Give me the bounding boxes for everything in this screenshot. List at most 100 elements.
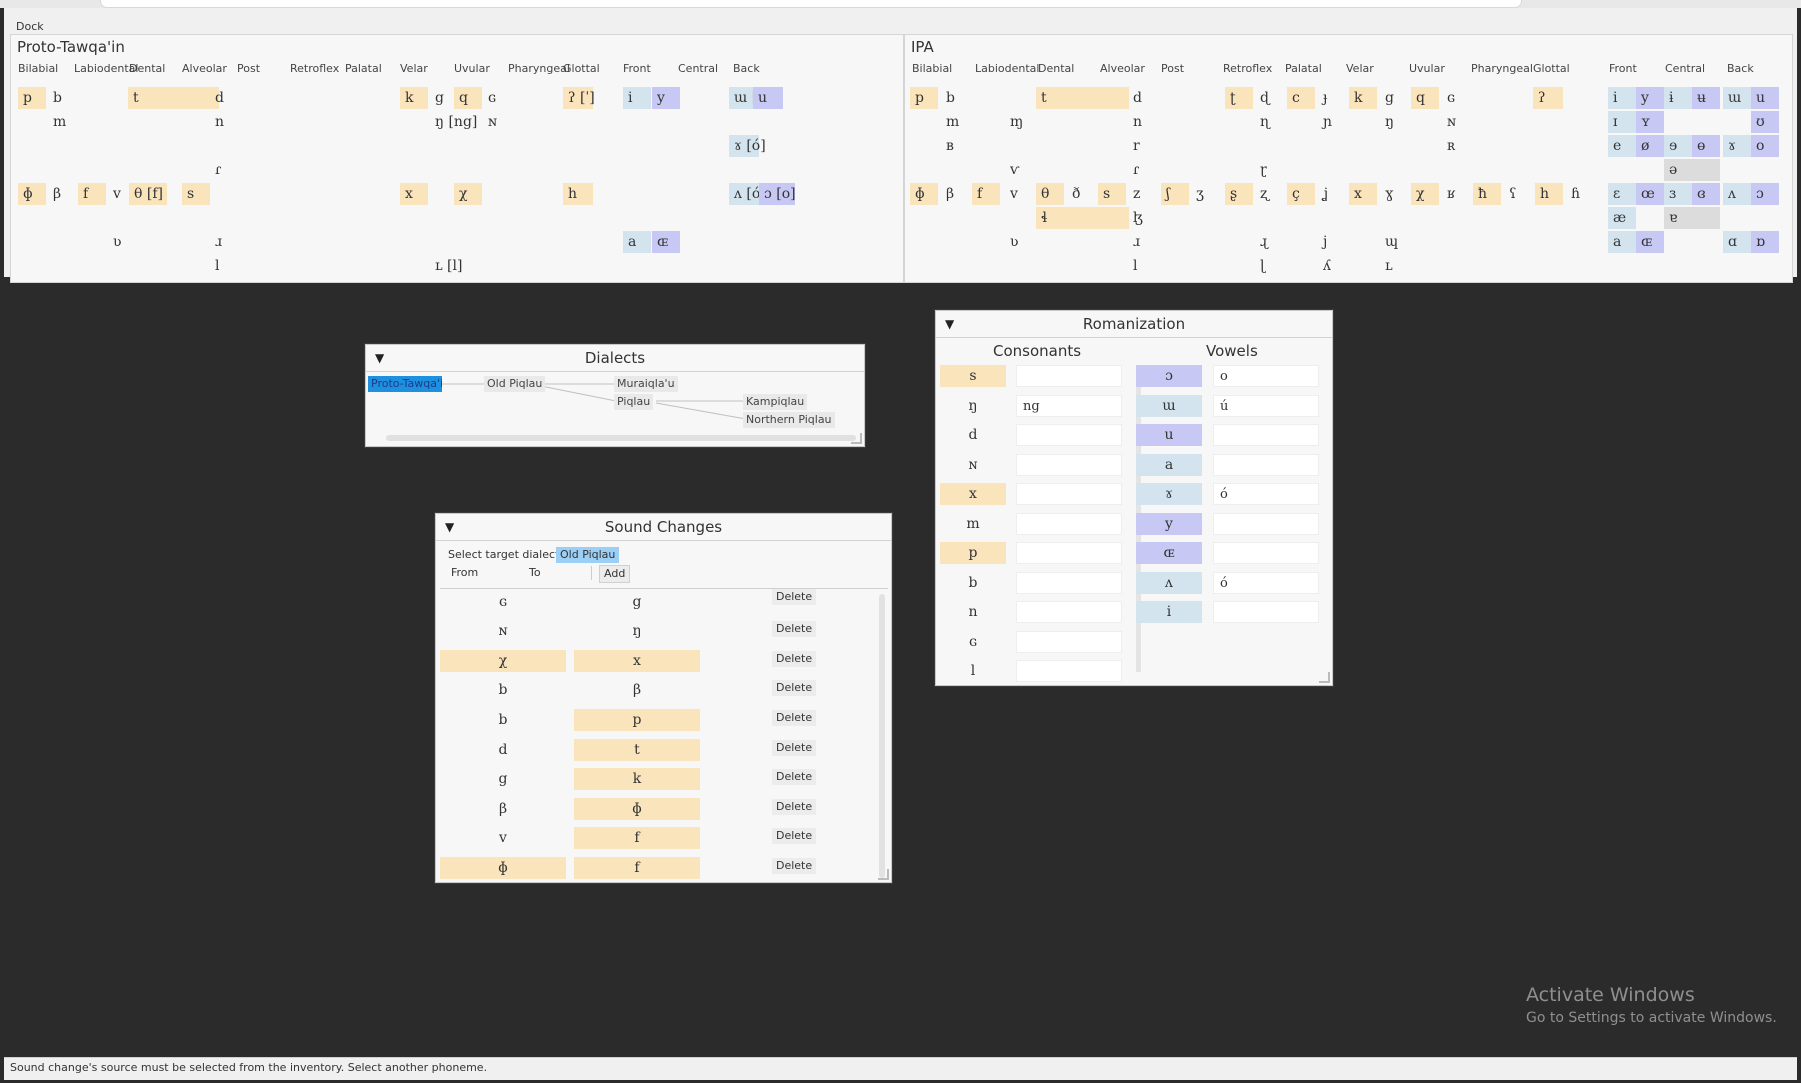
phoneme-cell[interactable]: y bbox=[1636, 87, 1664, 109]
dialect-node-proto-tawqain[interactable]: Proto-Tawqa'in bbox=[368, 376, 442, 392]
phoneme-cell[interactable]: ʂ bbox=[1225, 183, 1253, 205]
phoneme-cell[interactable]: θ bbox=[1036, 183, 1064, 205]
phoneme-cell[interactable]: d bbox=[210, 87, 302, 109]
top-scrollbar[interactable] bbox=[100, 0, 1522, 8]
phoneme-cell[interactable]: ɳ bbox=[1255, 111, 1283, 133]
phoneme-cell[interactable]: ɶ bbox=[652, 231, 680, 253]
vowel-phoneme[interactable]: a bbox=[1136, 454, 1202, 476]
phoneme-cell[interactable]: ħ bbox=[1473, 183, 1501, 205]
phoneme-cell[interactable]: ʋ bbox=[1005, 231, 1033, 253]
consonant-romanization-input[interactable] bbox=[1016, 601, 1122, 623]
phoneme-cell[interactable]: χ bbox=[454, 183, 482, 205]
phoneme-cell[interactable]: ʉ bbox=[1692, 87, 1720, 109]
phoneme-cell[interactable]: ɣ bbox=[1380, 183, 1408, 205]
to-phoneme[interactable]: x bbox=[574, 650, 700, 672]
dialects-horizontal-scrollbar[interactable] bbox=[386, 435, 856, 441]
phoneme-cell[interactable]: ɱ bbox=[1005, 111, 1033, 133]
delete-button[interactable]: Delete bbox=[772, 858, 817, 874]
phoneme-cell[interactable]: ɰ bbox=[1380, 231, 1408, 253]
vowel-romanization-input[interactable] bbox=[1213, 542, 1319, 564]
collapse-toggle-icon[interactable]: ▼ bbox=[945, 311, 954, 337]
phoneme-cell[interactable]: ɞ bbox=[1692, 183, 1720, 205]
phoneme-cell[interactable]: β bbox=[48, 183, 76, 205]
phoneme-cell[interactable]: ɸ bbox=[18, 183, 46, 205]
from-phoneme[interactable]: ɸ bbox=[440, 857, 566, 879]
phoneme-cell[interactable]: a bbox=[623, 231, 651, 253]
phoneme-cell[interactable]: ø bbox=[1636, 135, 1664, 157]
phoneme-cell[interactable]: ɹ bbox=[1128, 231, 1222, 253]
phoneme-cell[interactable]: r bbox=[1128, 135, 1222, 157]
collapse-toggle-icon[interactable]: ▼ bbox=[375, 345, 384, 371]
phoneme-cell[interactable]: ʋ bbox=[108, 231, 136, 253]
vowel-romanization-input[interactable] bbox=[1213, 513, 1319, 535]
phoneme-cell[interactable]: t bbox=[1036, 87, 1129, 109]
phoneme-cell[interactable]: ʔ bbox=[1533, 87, 1563, 109]
phoneme-cell[interactable]: ç bbox=[1287, 183, 1315, 205]
delete-button[interactable]: Delete bbox=[772, 589, 817, 605]
phoneme-cell[interactable]: g bbox=[1380, 87, 1408, 109]
phoneme-cell[interactable]: ʁ bbox=[1442, 183, 1470, 205]
phoneme-cell[interactable]: y bbox=[652, 87, 680, 109]
consonant-phoneme[interactable]: ɢ bbox=[940, 631, 1006, 653]
phoneme-cell[interactable]: i bbox=[1608, 87, 1636, 109]
phoneme-cell[interactable]: n bbox=[1128, 111, 1222, 133]
phoneme-cell[interactable]: q bbox=[1411, 87, 1439, 109]
from-phoneme[interactable]: χ bbox=[440, 650, 566, 672]
phoneme-cell[interactable]: ʌ bbox=[1723, 183, 1751, 205]
phoneme-cell[interactable]: ɛ bbox=[1608, 183, 1636, 205]
phoneme-cell[interactable]: d bbox=[1128, 87, 1222, 109]
from-phoneme[interactable]: g bbox=[440, 768, 566, 790]
to-phoneme[interactable]: ɸ bbox=[574, 798, 700, 820]
phoneme-cell[interactable]: m bbox=[48, 111, 76, 133]
delete-button[interactable]: Delete bbox=[772, 828, 817, 844]
phoneme-cell[interactable]: ŋ bbox=[1380, 111, 1408, 133]
phoneme-cell[interactable]: ɻ bbox=[1255, 231, 1283, 253]
phoneme-cell[interactable]: ɟ bbox=[1318, 87, 1346, 109]
vowel-phoneme[interactable]: ʌ bbox=[1136, 572, 1202, 594]
phoneme-cell[interactable]: u bbox=[1751, 87, 1779, 109]
vowel-phoneme[interactable]: ɤ bbox=[1136, 483, 1202, 505]
vowel-romanization-input[interactable]: ó bbox=[1213, 572, 1319, 594]
phoneme-cell[interactable]: ɑ bbox=[1723, 231, 1751, 253]
to-phoneme[interactable]: p bbox=[574, 709, 700, 731]
vowel-phoneme[interactable]: i bbox=[1136, 601, 1202, 623]
vowel-phoneme[interactable]: u bbox=[1136, 424, 1202, 446]
phoneme-cell[interactable]: f bbox=[78, 183, 106, 205]
phoneme-cell[interactable]: ɬ bbox=[1036, 207, 1129, 229]
phoneme-cell[interactable]: i bbox=[623, 87, 651, 109]
from-phoneme[interactable]: ɴ bbox=[440, 620, 566, 642]
phoneme-cell[interactable]: b bbox=[48, 87, 76, 109]
phoneme-cell[interactable]: h bbox=[563, 183, 593, 205]
phoneme-cell[interactable]: ʎ bbox=[1318, 255, 1346, 277]
resize-grip-icon[interactable] bbox=[1319, 672, 1330, 683]
sound-changes-vertical-scrollbar[interactable] bbox=[879, 594, 885, 878]
phoneme-cell[interactable]: ɢ bbox=[483, 87, 511, 109]
vowel-phoneme[interactable]: ɶ bbox=[1136, 542, 1202, 564]
phoneme-cell[interactable]: ɐ bbox=[1664, 207, 1720, 229]
vowel-phoneme[interactable]: ɔ bbox=[1136, 365, 1202, 387]
dialect-node-kampiqlau[interactable]: Kampiqlau bbox=[743, 394, 808, 410]
to-phoneme[interactable]: f bbox=[574, 827, 700, 849]
phoneme-cell[interactable]: l bbox=[210, 255, 302, 277]
phoneme-cell[interactable]: ɨ bbox=[1664, 87, 1692, 109]
vowel-phoneme[interactable]: y bbox=[1136, 513, 1202, 535]
resize-grip-icon[interactable] bbox=[851, 433, 862, 444]
phoneme-cell[interactable]: ʈ bbox=[1225, 87, 1253, 109]
phoneme-cell[interactable]: ʏ bbox=[1636, 111, 1664, 133]
phoneme-cell[interactable]: ʊ bbox=[1751, 111, 1779, 133]
to-phoneme[interactable]: ŋ bbox=[574, 620, 700, 642]
phoneme-cell[interactable]: θ [f] bbox=[129, 183, 167, 205]
resize-grip-icon[interactable] bbox=[878, 869, 889, 880]
phoneme-cell[interactable]: ɾ bbox=[210, 159, 302, 181]
delete-button[interactable]: Delete bbox=[772, 740, 817, 756]
delete-button[interactable]: Delete bbox=[772, 769, 817, 785]
phoneme-cell[interactable]: χ bbox=[1411, 183, 1439, 205]
phoneme-cell[interactable]: ʟ [l] bbox=[430, 255, 462, 277]
consonant-phoneme[interactable]: b bbox=[940, 572, 1006, 594]
consonant-romanization-input[interactable]: ng bbox=[1016, 395, 1122, 417]
phoneme-cell[interactable]: ɒ bbox=[1751, 231, 1779, 253]
consonant-phoneme[interactable]: n bbox=[940, 601, 1006, 623]
phoneme-cell[interactable]: ɲ bbox=[1318, 111, 1346, 133]
consonant-romanization-input[interactable] bbox=[1016, 631, 1122, 653]
to-phoneme[interactable]: g bbox=[574, 591, 700, 613]
